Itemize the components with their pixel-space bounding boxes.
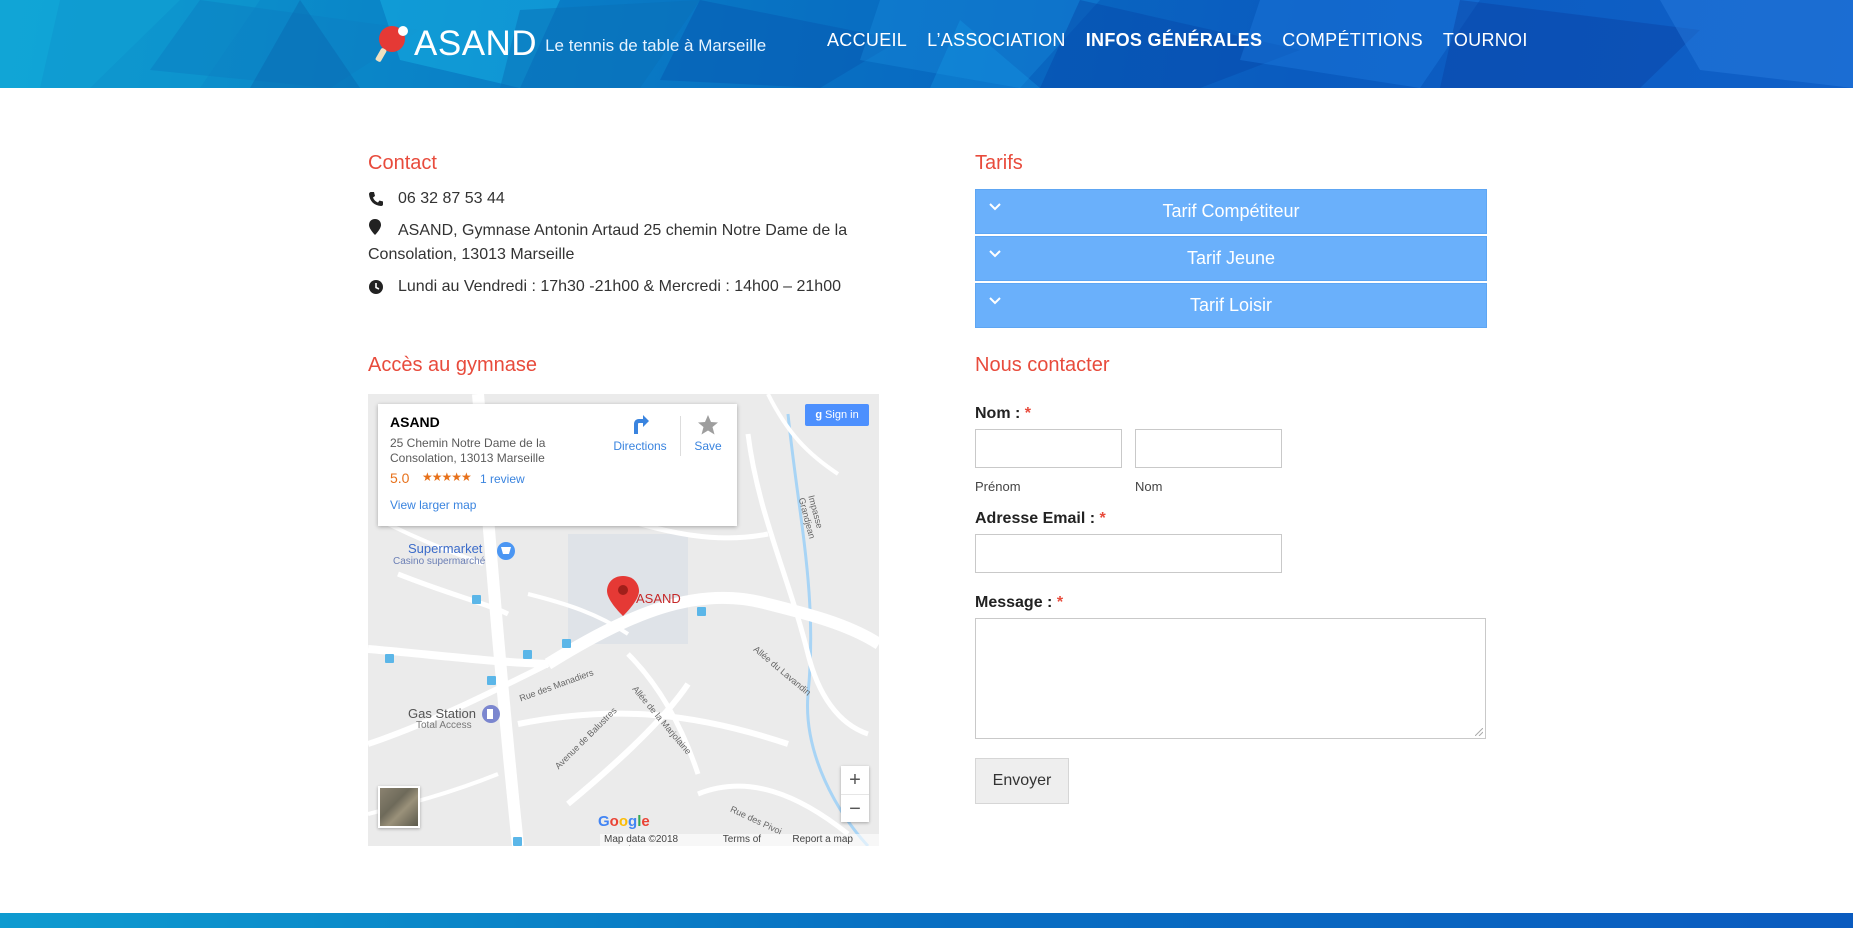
- accordion-label: Tarif Jeune: [1186, 248, 1276, 268]
- ping-pong-paddle-icon: [375, 26, 408, 62]
- satellite-toggle[interactable]: [378, 786, 420, 828]
- view-larger-map-link[interactable]: View larger map: [390, 498, 476, 512]
- place-name: ASAND: [390, 414, 440, 430]
- chevron-down-icon: [989, 250, 1001, 258]
- required-mark: *: [1099, 510, 1106, 527]
- submit-button[interactable]: Envoyer: [975, 758, 1069, 804]
- required-mark: *: [1024, 405, 1032, 422]
- left-column: Contact 06 32 87 53 44 ASAND, Gymnase An…: [368, 152, 880, 846]
- message-label-text: Message :: [975, 594, 1053, 611]
- site-tagline: Le tennis de table à Marseille: [545, 36, 767, 55]
- tarifs-title: Tarifs: [975, 152, 1023, 174]
- save-button[interactable]: Save: [688, 414, 728, 453]
- name-label-text: Nom :: [975, 405, 1021, 422]
- card-divider: [680, 416, 681, 456]
- map-label-gas-station: Gas Station: [408, 706, 476, 721]
- contact-form-title: Nous contacter: [975, 354, 1110, 376]
- accordion-item-competiteur[interactable]: Tarif Compétiteur: [975, 189, 1487, 234]
- site-footer: [0, 913, 1853, 928]
- google-map-embed[interactable]: Supermarket Casino supermarché ASAND Gas…: [368, 394, 879, 846]
- map-zoom-controls: + −: [841, 766, 869, 822]
- place-address: 25 Chemin Notre Dame de la Consolation, …: [390, 436, 546, 465]
- brand-name: ASAND: [414, 24, 538, 63]
- directions-button[interactable]: Directions: [608, 414, 672, 453]
- tarifs-accordion: Tarif Compétiteur Tarif Jeune Tarif Lois…: [975, 189, 1487, 328]
- google-logo: Google: [598, 813, 650, 830]
- nav-item-association[interactable]: L’ASSOCIATION: [927, 30, 1066, 51]
- rating-stars-icon: ★★★★★: [422, 470, 472, 484]
- chevron-down-icon: [989, 203, 1001, 211]
- resize-handle-icon[interactable]: [1475, 728, 1483, 736]
- map-label-supermarket-sub: Casino supermarché: [393, 556, 486, 567]
- map-sign-in-button[interactable]: g Sign in: [805, 404, 869, 426]
- clock-icon: [368, 275, 398, 299]
- star-icon: [698, 415, 718, 435]
- first-name-sublabel: Prénom: [975, 479, 1021, 494]
- map-marker-icon: [368, 219, 398, 243]
- required-mark: *: [1056, 594, 1064, 611]
- review-link[interactable]: 1 review: [480, 472, 525, 486]
- email-label: Adresse Email : *: [975, 510, 1106, 528]
- contact-phone: 06 32 87 53 44: [368, 187, 880, 211]
- main-navigation: ACCUEIL L’ASSOCIATION INFOS GÉNÉRALES CO…: [827, 30, 1528, 51]
- contact-title: Contact: [368, 152, 437, 174]
- first-name-input[interactable]: [975, 429, 1122, 468]
- message-textarea[interactable]: [975, 618, 1486, 739]
- last-name-sublabel: Nom: [1135, 479, 1163, 494]
- email-label-text: Adresse Email :: [975, 510, 1096, 527]
- opening-hours: Lundi au Vendredi : 17h30 -21h00 & Mercr…: [398, 278, 841, 296]
- nav-item-infos-generales[interactable]: INFOS GÉNÉRALES: [1086, 30, 1263, 51]
- accordion-label: Tarif Loisir: [1189, 295, 1273, 315]
- google-g-icon: g: [815, 409, 823, 421]
- map-data-credit: Map data ©2018 Google: [604, 834, 679, 846]
- directions-icon: [634, 415, 649, 434]
- nav-item-accueil[interactable]: ACCUEIL: [827, 30, 907, 51]
- zoom-in-button[interactable]: +: [841, 766, 869, 794]
- accordion-item-loisir[interactable]: Tarif Loisir: [975, 283, 1487, 328]
- place-rating: 5.0: [390, 470, 410, 486]
- save-label: Save: [694, 439, 722, 453]
- message-label: Message : *: [975, 594, 1063, 612]
- directions-label: Directions: [613, 439, 667, 453]
- map-label-supermarket: Supermarket: [408, 541, 483, 556]
- accordion-label: Tarif Compétiteur: [1162, 201, 1300, 221]
- access-title: Accès au gymnase: [368, 354, 537, 376]
- chevron-down-icon: [989, 297, 1001, 305]
- map-label-gas-sub: Total Access: [416, 720, 472, 731]
- contact-hours: Lundi au Vendredi : 17h30 -21h00 & Mercr…: [368, 275, 880, 299]
- right-column: Tarifs Tarif Compétiteur Tarif Jeune Tar…: [975, 152, 1487, 804]
- last-name-input[interactable]: [1135, 429, 1282, 468]
- name-label: Nom : *: [975, 405, 1031, 423]
- phone-number: 06 32 87 53 44: [398, 190, 505, 207]
- email-input[interactable]: [975, 534, 1282, 573]
- phone-icon: [368, 187, 398, 211]
- nav-item-tournoi[interactable]: TOURNOI: [1443, 30, 1528, 51]
- map-report-link[interactable]: Report a map error: [792, 834, 875, 846]
- sign-in-label: Sign in: [825, 409, 859, 421]
- map-terms-link[interactable]: Terms of Use: [723, 834, 781, 846]
- map-label-pin: ASAND: [636, 591, 681, 606]
- site-logo[interactable]: ASAND Le tennis de table à Marseille: [372, 20, 766, 68]
- zoom-out-button[interactable]: −: [841, 795, 869, 823]
- map-place-card: ASAND 25 Chemin Notre Dame de la Consola…: [378, 404, 737, 526]
- site-header: ASAND Le tennis de table à Marseille ACC…: [0, 0, 1853, 88]
- contact-address: ASAND, Gymnase Antonin Artaud 25 chemin …: [368, 219, 880, 267]
- nav-item-competitions[interactable]: COMPÉTITIONS: [1282, 30, 1423, 51]
- map-footer: Map data ©2018 Google Terms of Use Repor…: [600, 834, 879, 846]
- address-text: ASAND, Gymnase Antonin Artaud 25 chemin …: [368, 222, 848, 264]
- accordion-item-jeune[interactable]: Tarif Jeune: [975, 236, 1487, 281]
